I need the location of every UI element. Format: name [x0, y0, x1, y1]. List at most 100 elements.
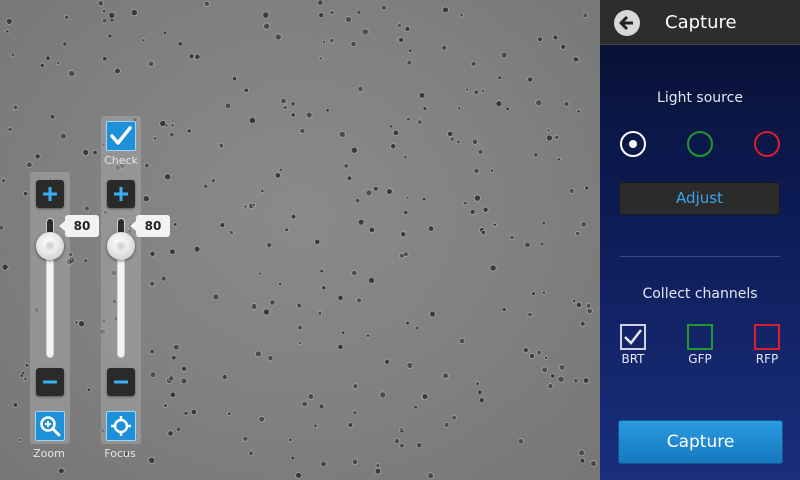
- cell: [108, 11, 116, 19]
- capture-button[interactable]: Capture: [618, 420, 783, 464]
- focus-decrease-button[interactable]: [107, 368, 135, 396]
- cell: [313, 423, 318, 429]
- cell: [403, 155, 408, 160]
- cell: [421, 393, 429, 400]
- focus-button[interactable]: [106, 411, 136, 441]
- cell: [224, 102, 232, 109]
- cell: [584, 185, 590, 191]
- cell: [319, 269, 324, 274]
- cell: [290, 455, 295, 461]
- cell: [422, 196, 427, 202]
- zoom-decrease-button[interactable]: [36, 368, 64, 396]
- cell: [427, 225, 435, 232]
- cell: [194, 53, 201, 60]
- focus-slider-knob[interactable]: [107, 232, 135, 260]
- cell: [297, 340, 302, 345]
- cell: [221, 374, 228, 380]
- cell: [470, 60, 477, 67]
- cell: [19, 373, 24, 378]
- focus-increase-button[interactable]: [107, 180, 135, 208]
- cell: [458, 337, 465, 344]
- light-source-green-radio[interactable]: [687, 131, 713, 157]
- cell: [527, 311, 533, 317]
- zoom-button[interactable]: [35, 411, 65, 441]
- cell: [343, 163, 349, 169]
- cell: [1, 263, 9, 271]
- cell: [457, 106, 462, 111]
- cell: [321, 39, 326, 44]
- plus-icon: [114, 187, 128, 201]
- cell: [375, 463, 381, 468]
- cell: [536, 349, 542, 356]
- channel-brt-checkbox[interactable]: [620, 324, 646, 350]
- cell: [352, 410, 358, 416]
- zoom-slider-knob[interactable]: [36, 232, 64, 260]
- cell: [361, 28, 369, 36]
- cell: [188, 53, 195, 60]
- check-toggle[interactable]: [106, 121, 136, 151]
- cell: [55, 60, 61, 65]
- zoom-increase-button[interactable]: [36, 180, 64, 208]
- light-source-white-radio[interactable]: [620, 131, 646, 157]
- cell: [475, 381, 481, 387]
- cell: [355, 197, 361, 204]
- cell: [149, 280, 156, 287]
- channel-rfp-label: RFP: [755, 352, 779, 366]
- cell: [558, 364, 566, 371]
- cell: [478, 397, 485, 404]
- cell: [314, 238, 321, 245]
- cell: [338, 130, 346, 138]
- cell: [92, 150, 98, 156]
- cell: [102, 18, 108, 24]
- back-button[interactable]: [614, 10, 640, 36]
- cell: [297, 324, 303, 331]
- channel-rfp-checkbox[interactable]: [754, 324, 780, 350]
- cell: [408, 48, 413, 53]
- cell: [497, 75, 502, 81]
- cell: [573, 378, 579, 384]
- zoom-value: 80: [59, 215, 99, 237]
- cell: [531, 291, 536, 296]
- cell: [229, 230, 234, 235]
- cell: [416, 442, 423, 449]
- cell: [160, 275, 167, 282]
- light-source-label: Light source: [657, 90, 743, 106]
- cell: [582, 377, 590, 384]
- cell: [557, 375, 565, 383]
- cell: [509, 234, 515, 240]
- cell: [180, 377, 188, 385]
- crosshair-icon: [111, 416, 131, 436]
- cell: [267, 355, 274, 362]
- cell: [556, 157, 561, 162]
- cell: [83, 258, 89, 264]
- channel-gfp-checkbox[interactable]: [687, 324, 713, 350]
- cell: [258, 416, 265, 423]
- cell: [26, 161, 33, 168]
- cell: [469, 209, 476, 215]
- cell: [242, 435, 249, 442]
- cell: [318, 56, 323, 61]
- channel-gfp-label: GFP: [688, 352, 712, 366]
- cell: [380, 4, 387, 11]
- plus-icon: [43, 187, 57, 201]
- adjust-button[interactable]: Adjust: [619, 182, 780, 215]
- cell: [356, 9, 362, 15]
- cell: [148, 60, 155, 67]
- cell: [533, 152, 539, 158]
- cell: [399, 428, 405, 434]
- focus-label: Focus: [104, 447, 136, 460]
- microscope-view[interactable]: [0, 0, 600, 480]
- cell: [102, 56, 108, 62]
- light-source-red-radio[interactable]: [754, 131, 780, 157]
- cell: [130, 9, 138, 17]
- cell: [321, 285, 327, 291]
- cell: [352, 383, 359, 390]
- cell: [442, 6, 449, 14]
- cell: [248, 116, 256, 124]
- cell: [74, 320, 79, 325]
- cell: [171, 355, 177, 361]
- cell: [243, 87, 249, 93]
- cell: [169, 391, 176, 398]
- cell: [260, 188, 265, 193]
- cell: [167, 430, 174, 437]
